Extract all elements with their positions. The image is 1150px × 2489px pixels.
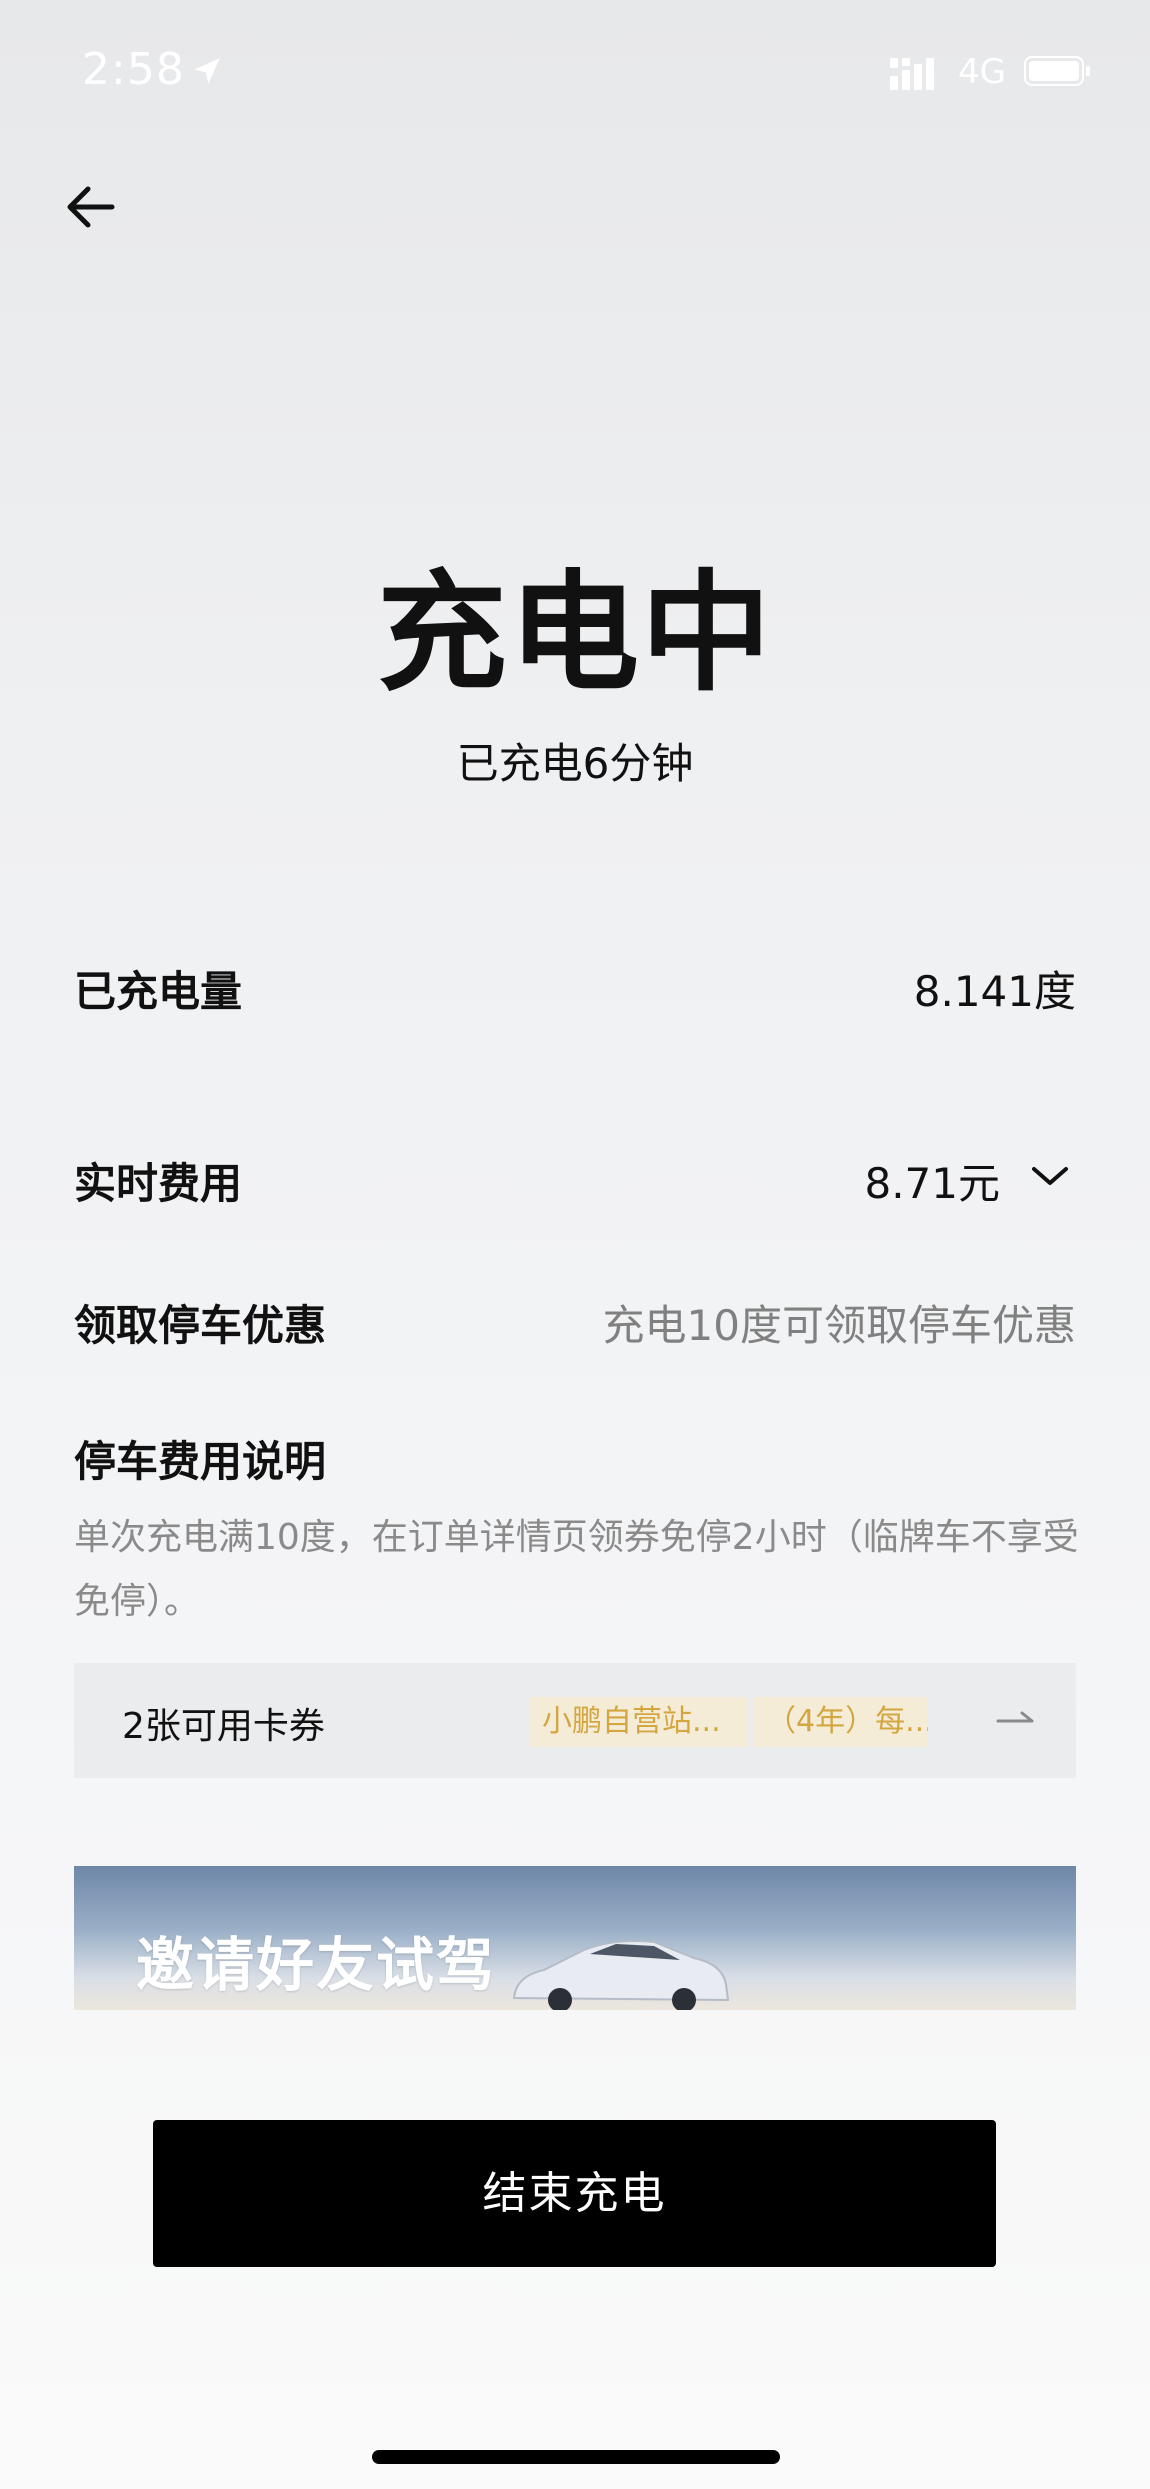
- end-charging-button[interactable]: 结束充电: [153, 2120, 996, 2267]
- cellular-signal-icon: [890, 58, 934, 90]
- coupon-count-label: 2张可用卡券: [122, 1706, 325, 1747]
- status-time: 2:58: [82, 44, 185, 95]
- network-label: 4G: [958, 52, 1006, 92]
- parking-note-title: 停车费用说明: [74, 1437, 327, 1486]
- invite-test-drive-banner[interactable]: 邀请好友试驾: [74, 1866, 1076, 2010]
- coupon-bar[interactable]: 2张可用卡券 小鹏自营站... （4年）每...: [74, 1663, 1076, 1778]
- cost-label: 实时费用: [74, 1159, 243, 1208]
- energy-value: 8.141度: [913, 967, 1076, 1016]
- arrow-right-icon: [996, 1711, 1034, 1723]
- back-arrow-icon[interactable]: [60, 175, 124, 239]
- parking-offer-value: 充电10度可领取停车优惠: [602, 1301, 1076, 1350]
- banner-text: 邀请好友试驾: [136, 1931, 497, 1999]
- car-image: [512, 1940, 730, 2010]
- page-title: 充电中: [376, 557, 773, 709]
- parking-note-text: 单次充电满10度，在订单详情页领券免停2小时（临牌车不享受免停）。: [74, 1517, 1079, 1622]
- coupon-tag: （4年）每...: [754, 1697, 928, 1747]
- coupon-tag: 小鹏自营站...: [530, 1697, 748, 1747]
- cost-value[interactable]: 8.71元: [864, 1150, 1000, 1211]
- energy-label: 已充电量: [74, 967, 243, 1016]
- battery-icon: [1024, 56, 1090, 86]
- location-arrow-icon: [194, 58, 220, 84]
- chevron-down-icon[interactable]: [1028, 1161, 1072, 1191]
- charging-duration: 已充电6分钟: [456, 739, 694, 788]
- parking-offer-label: 领取停车优惠: [74, 1301, 327, 1350]
- home-indicator: [372, 2450, 780, 2464]
